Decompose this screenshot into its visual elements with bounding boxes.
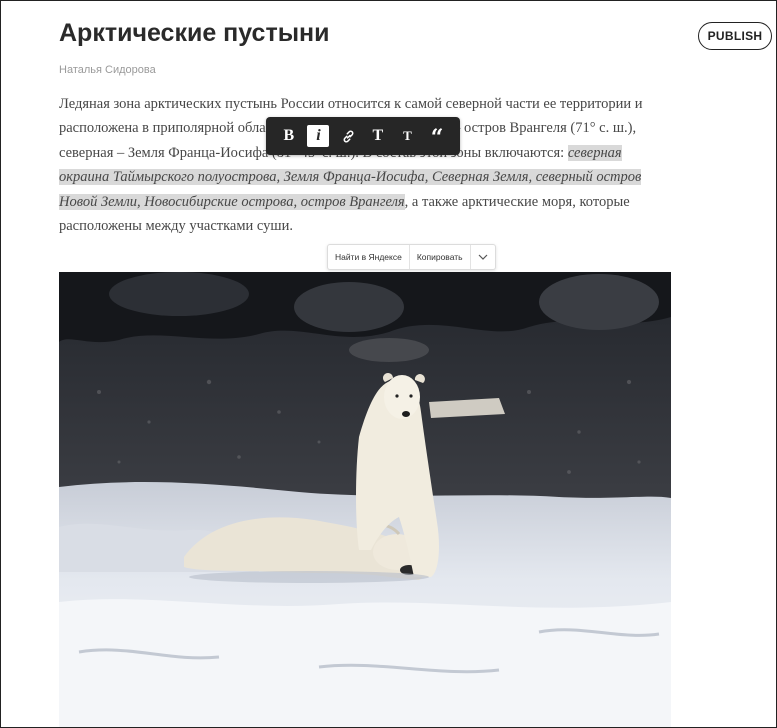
chevron-down-icon [478, 254, 488, 260]
heading-large-button[interactable]: T [367, 125, 389, 147]
polar-bears-photo [59, 272, 671, 727]
publish-button[interactable]: PUBLISH [698, 22, 772, 50]
article-title[interactable]: Арктические пустыни [59, 19, 330, 48]
search-yandex-button[interactable]: Найти в Яндексе [328, 245, 409, 269]
link-button[interactable] [337, 125, 359, 147]
article-body[interactable]: Ледяная зона арктических пустынь России … [59, 92, 671, 238]
selection-context-menu: Найти в Яндексе Копировать [327, 244, 496, 270]
italic-button[interactable]: i [307, 125, 330, 147]
link-icon [343, 130, 354, 142]
copy-button[interactable]: Копировать [408, 245, 470, 269]
format-toolbar: B i T T “ [266, 117, 460, 155]
heading-small-button[interactable]: T [396, 125, 418, 147]
article-image[interactable] [59, 272, 671, 727]
more-options-button[interactable] [469, 245, 495, 269]
quote-button[interactable]: “ [426, 123, 448, 151]
editor-window: Арктические пустыни Наталья Сидорова PUB… [0, 0, 777, 728]
article-author: Наталья Сидорова [59, 64, 156, 76]
bold-button[interactable]: B [278, 125, 300, 147]
